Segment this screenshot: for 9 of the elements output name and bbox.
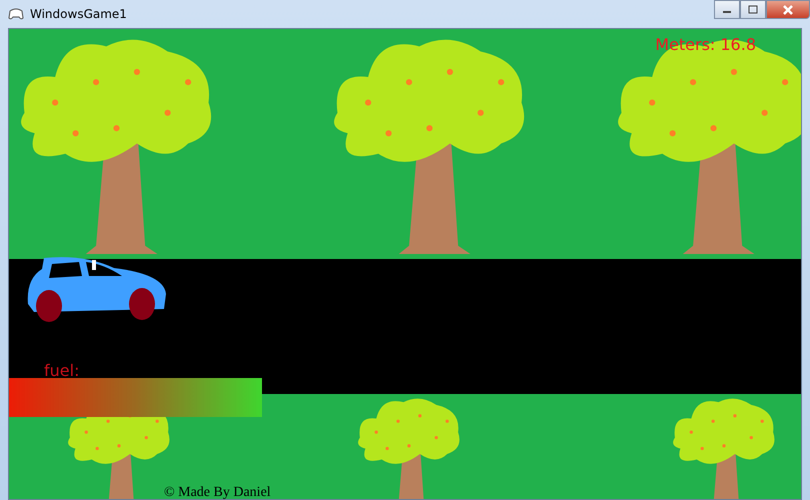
gamepad-icon (8, 7, 24, 21)
fuel-label: fuel: (44, 361, 80, 380)
credit-text: © Made By Daniel (164, 485, 271, 499)
minimize-button[interactable] (714, 0, 740, 19)
window-title: WindowsGame1 (30, 7, 127, 21)
maximize-button[interactable] (740, 0, 766, 19)
close-icon (782, 4, 794, 14)
close-button[interactable] (766, 0, 810, 19)
maximize-icon (748, 5, 758, 14)
